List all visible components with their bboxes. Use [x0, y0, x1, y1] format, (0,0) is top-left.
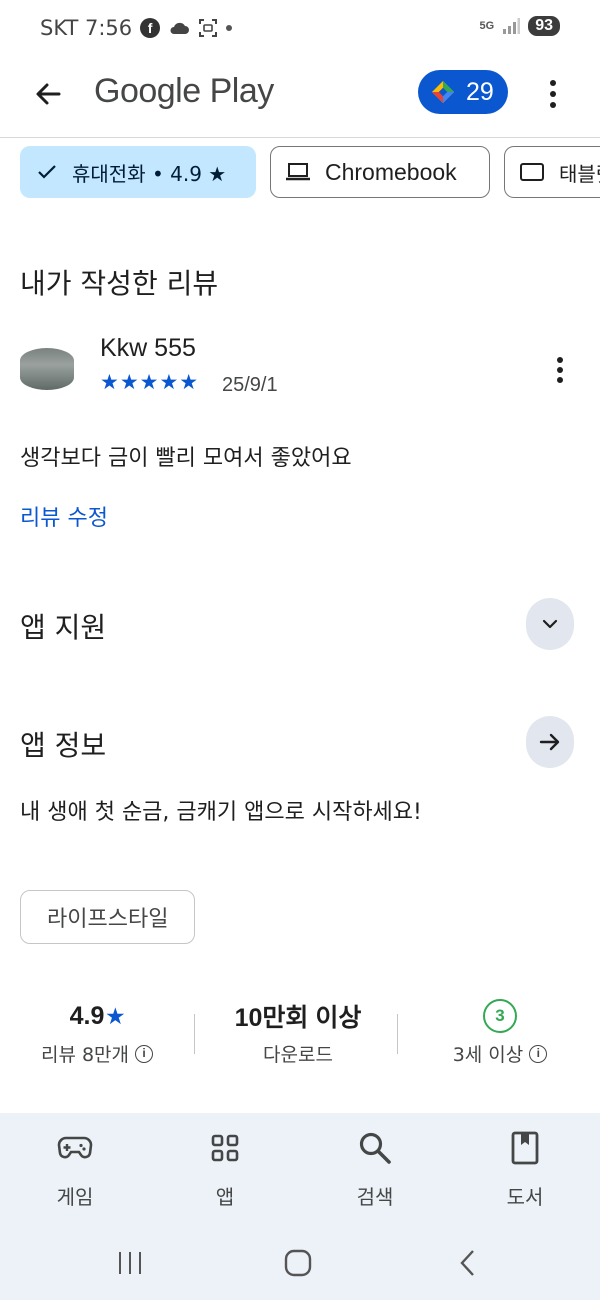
device-filter-chips: 휴대전화 • 4.9 ★ Chromebook 태블릿: [20, 146, 600, 200]
system-back-button[interactable]: [450, 1247, 486, 1279]
nav-books[interactable]: 도서: [475, 1129, 575, 1210]
avatar[interactable]: [20, 348, 74, 390]
rating-label: 리뷰 8만개: [40, 1044, 130, 1066]
chip-chromebook-label: Chromebook: [325, 158, 457, 185]
chevron-left-icon: [460, 1250, 474, 1276]
search-icon: [325, 1129, 425, 1167]
review-more-button[interactable]: [548, 352, 572, 388]
chip-phone[interactable]: 휴대전화 • 4.9 ★: [20, 146, 256, 198]
dot: [550, 80, 556, 86]
chip-phone-label: 휴대전화 • 4.9 ★: [72, 161, 227, 186]
book-icon: [475, 1129, 575, 1167]
app-stats: 4.9 ★ 리뷰 8만개 i 10만회 이상 다운로드 3 3세 이상 i: [0, 998, 600, 1078]
downloads-label: 다운로드: [263, 1044, 333, 1066]
rating-label-row: 리뷰 8만개 i: [14, 1040, 180, 1067]
nav-books-label: 도서: [506, 1185, 544, 1209]
battery-icon: 93: [528, 16, 560, 36]
nav-apps-label: 앱: [215, 1185, 235, 1209]
dot: [550, 91, 556, 97]
bottom-navigation: 게임 앱 검색 도서: [0, 1113, 600, 1229]
app-support-expand-button[interactable]: [526, 598, 574, 650]
recent-apps-icon: [119, 1252, 141, 1274]
nav-apps[interactable]: 앱: [175, 1129, 275, 1210]
downloads-stat: 10만회 이상 다운로드: [210, 998, 386, 1067]
dot: [557, 357, 563, 363]
divider: [397, 1014, 398, 1054]
check-icon: [38, 165, 56, 179]
system-navigation-bar: [0, 1229, 600, 1300]
age-value-row: 3: [420, 998, 580, 1034]
app-info-heading: 앱 정보: [20, 729, 107, 762]
more-options-button[interactable]: [538, 72, 568, 116]
chevron-down-icon: [542, 619, 558, 629]
status-left: SKT 7:56 f: [40, 16, 233, 40]
downloads-value: 10만회 이상: [234, 1004, 362, 1032]
cloud-icon: [170, 22, 190, 34]
category-chip[interactable]: 라이프스타일: [20, 890, 196, 944]
home-button[interactable]: [280, 1247, 316, 1279]
apps-grid-icon: [175, 1129, 275, 1167]
dot: [557, 377, 563, 383]
reviewer-name: Kkw 555: [100, 334, 196, 362]
chip-tablet[interactable]: 태블릿: [504, 146, 600, 198]
facebook-icon: f: [140, 18, 161, 38]
rating-value: 4.9: [69, 1001, 105, 1030]
age-label-row: 3세 이상 i: [420, 1040, 580, 1067]
nav-games-label: 게임: [56, 1185, 94, 1209]
recent-apps-button[interactable]: [112, 1247, 148, 1279]
age-label: 3세 이상: [452, 1044, 524, 1066]
laptop-icon: [286, 163, 310, 181]
back-button[interactable]: [26, 72, 70, 116]
status-bar: SKT 7:56 f 5G 93: [0, 0, 600, 58]
arrow-left-icon: [36, 83, 61, 105]
nav-search[interactable]: 검색: [325, 1129, 425, 1210]
notification-dot-icon: [226, 25, 233, 31]
age-rating-icon: 3: [483, 999, 517, 1033]
edit-review-link[interactable]: 리뷰 수정: [20, 500, 108, 532]
carrier-time: SKT 7:56: [40, 16, 133, 40]
home-icon: [284, 1249, 312, 1277]
star-rating: ★★★★★: [100, 370, 200, 394]
arrow-right-icon: [539, 733, 560, 751]
status-right: 5G 93: [480, 16, 560, 36]
info-icon: i: [135, 1044, 154, 1063]
chip-tablet-label: 태블릿: [559, 161, 600, 186]
rating-value-row: 4.9 ★: [14, 998, 180, 1034]
screenshot-icon: [199, 19, 218, 37]
review-date: 25/9/1: [222, 374, 278, 396]
age-rating-stat[interactable]: 3 3세 이상 i: [420, 998, 580, 1067]
app-bar: Google Play 29: [0, 58, 600, 138]
play-points-badge[interactable]: 29: [418, 70, 508, 114]
chip-chromebook[interactable]: Chromebook: [270, 146, 490, 198]
points-value: 29: [466, 77, 494, 106]
info-icon: i: [529, 1044, 548, 1063]
app-info-open-button[interactable]: [526, 716, 574, 768]
app-support-heading: 앱 지원: [20, 611, 107, 644]
signal-icon: [503, 18, 521, 34]
tablet-icon: [520, 163, 544, 181]
dot: [557, 367, 563, 373]
gamepad-icon: [25, 1129, 125, 1167]
nav-search-label: 검색: [356, 1185, 394, 1209]
divider: [194, 1014, 195, 1054]
star-icon: ★: [106, 1005, 125, 1028]
review-text: 생각보다 금이 빨리 모여서 좋았어요: [20, 446, 352, 471]
dot: [550, 102, 556, 108]
rating-stat[interactable]: 4.9 ★ 리뷰 8만개 i: [14, 998, 180, 1067]
network-type-icon: 5G: [479, 20, 495, 32]
app-title: Google Play: [94, 72, 274, 110]
play-points-icon: [432, 81, 454, 103]
my-review-heading: 내가 작성한 리뷰: [20, 267, 219, 300]
nav-games[interactable]: 게임: [25, 1129, 125, 1210]
app-description: 내 생애 첫 순금, 금캐기 앱으로 시작하세요!: [20, 800, 422, 825]
